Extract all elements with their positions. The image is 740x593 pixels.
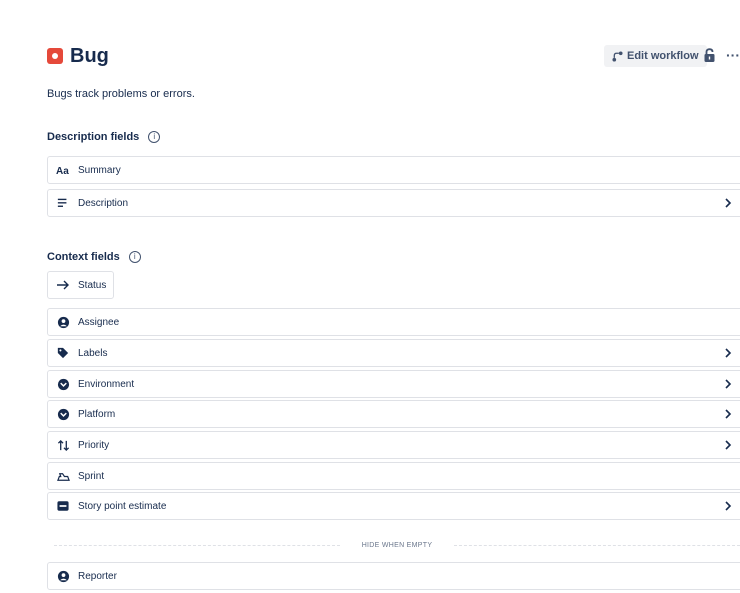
person-icon <box>56 315 70 329</box>
text-lines-icon <box>56 196 70 210</box>
field-priority[interactable]: Priority <box>47 431 740 459</box>
field-label: Platform <box>78 408 116 420</box>
divider-line-right <box>454 545 740 546</box>
dropdown-circle-icon <box>56 377 70 391</box>
field-label: Status <box>78 279 107 291</box>
edit-workflow-button[interactable]: Edit workflow <box>604 45 707 67</box>
description-fields-heading: Description fields i <box>47 131 161 143</box>
field-label: Environment <box>78 378 135 390</box>
context-fields-heading: Context fields i <box>47 251 141 263</box>
chevron-right-icon[interactable] <box>724 408 732 420</box>
field-reporter[interactable]: Reporter <box>47 562 740 590</box>
field-summary[interactable]: Aa Summary <box>47 156 740 184</box>
field-status[interactable]: Status <box>47 271 114 299</box>
field-label: Story point estimate <box>78 500 167 512</box>
arrow-right-icon <box>56 278 70 292</box>
context-fields-title: Context fields <box>47 251 120 263</box>
field-story-point-estimate[interactable]: Story point estimate <box>47 492 740 520</box>
more-options-icon[interactable]: ··· <box>726 48 740 62</box>
divider-line-left <box>54 545 340 546</box>
text-aa-icon: Aa <box>56 163 70 177</box>
field-label: Description <box>78 197 129 209</box>
divider-label: HIDE WHEN EMPTY <box>361 542 433 549</box>
info-icon[interactable]: i <box>128 251 141 263</box>
tag-icon <box>56 346 70 360</box>
field-label: Priority <box>78 439 110 451</box>
edit-workflow-label: Edit workflow <box>627 50 699 62</box>
hide-when-empty-divider: HIDE WHEN EMPTY <box>54 541 740 551</box>
page-title: Bug <box>70 45 109 67</box>
field-label: Assignee <box>78 316 120 328</box>
lock-icon[interactable] <box>703 48 716 63</box>
field-assignee[interactable]: Assignee <box>47 308 740 336</box>
info-icon[interactable]: i <box>148 131 161 143</box>
sprint-icon <box>56 469 70 483</box>
field-sprint[interactable]: Sprint <box>47 462 740 490</box>
priority-arrows-icon <box>56 438 70 452</box>
chevron-right-icon[interactable] <box>724 439 732 451</box>
chevron-right-icon[interactable] <box>724 378 732 390</box>
field-label: Sprint <box>78 470 105 482</box>
chevron-right-icon[interactable] <box>724 347 732 359</box>
issue-type-description: Bugs track problems or errors. <box>47 88 195 100</box>
bug-issue-type-icon <box>47 48 63 64</box>
person-icon <box>56 569 70 583</box>
svg-text:Aa: Aa <box>56 166 69 177</box>
field-labels[interactable]: Labels <box>47 339 740 367</box>
chevron-right-icon[interactable] <box>724 500 732 512</box>
chevron-right-icon[interactable] <box>724 197 732 209</box>
field-environment[interactable]: Environment <box>47 370 740 398</box>
workflow-icon <box>612 50 623 62</box>
dropdown-circle-icon <box>56 407 70 421</box>
field-label: Reporter <box>78 570 117 582</box>
field-label: Labels <box>78 347 108 359</box>
description-fields-title: Description fields <box>47 131 140 143</box>
number-badge-icon <box>56 499 70 513</box>
field-label: Summary <box>78 164 121 176</box>
field-platform[interactable]: Platform <box>47 400 740 428</box>
field-description[interactable]: Description <box>47 189 740 217</box>
